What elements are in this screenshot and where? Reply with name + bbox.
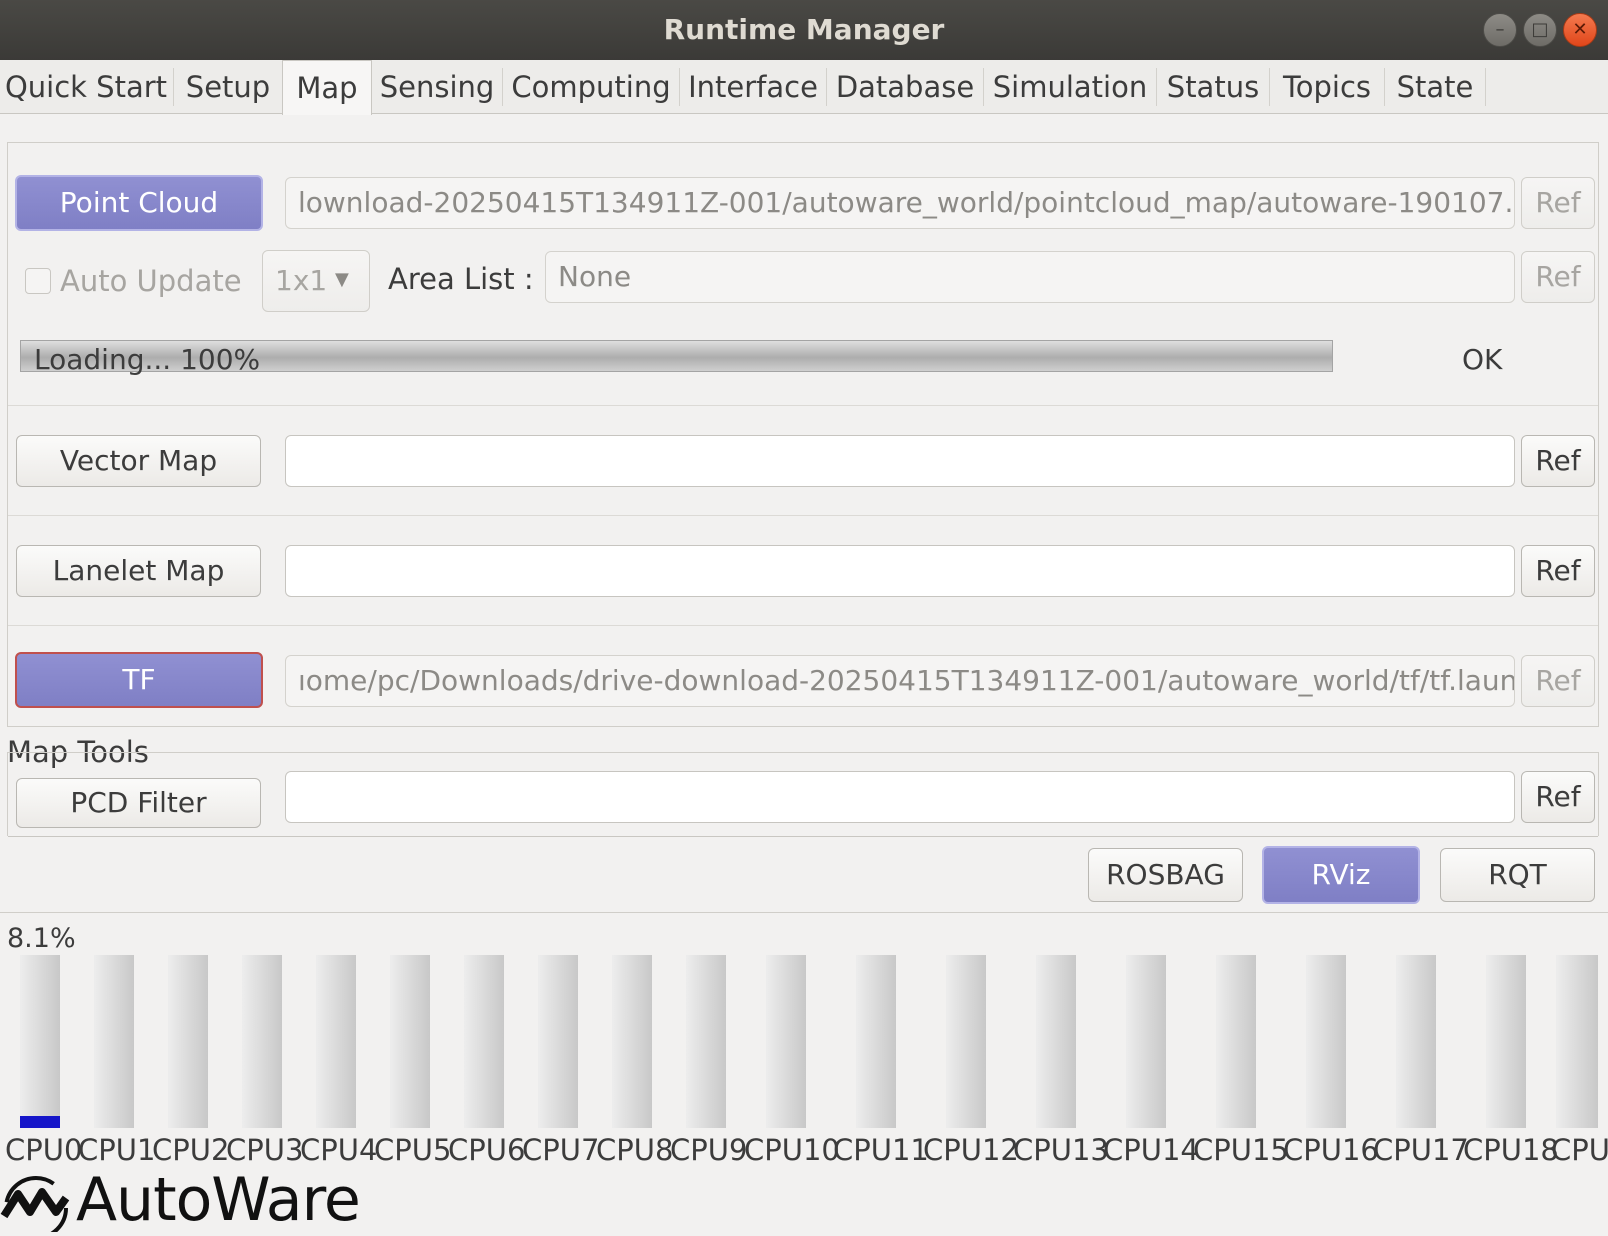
grid-size-value: 1x1 [275, 264, 328, 297]
lanelet-map-button[interactable]: Lanelet Map [16, 545, 261, 597]
cpu-bar [1486, 955, 1526, 1128]
lanelet-map-path-field[interactable] [285, 545, 1515, 597]
cpu-bar [94, 955, 134, 1128]
divider [0, 912, 1608, 913]
cpu-bar [686, 955, 726, 1128]
cpu-label: CPU17 [1373, 1133, 1469, 1167]
cpu-label: CPU3 [226, 1133, 304, 1167]
cpu-label: CPU1 [78, 1133, 156, 1167]
window-title: Runtime Manager [663, 13, 945, 46]
vector-map-button[interactable]: Vector Map [16, 435, 261, 487]
cpu-label: CPU8 [596, 1133, 674, 1167]
cpu-label: CPU16 [1283, 1133, 1379, 1167]
autoware-logo-icon [0, 1172, 72, 1236]
tab-sensing[interactable]: Sensing [372, 60, 502, 114]
cpu-label: CPU6 [448, 1133, 526, 1167]
cpu-bar [1036, 955, 1076, 1128]
cpu-label: CPU( [1551, 1133, 1608, 1167]
tab-quick-start[interactable]: Quick Start [0, 60, 172, 114]
area-list-field[interactable]: None [545, 251, 1515, 303]
cpu-bar [856, 955, 896, 1128]
rviz-button[interactable]: RViz [1262, 846, 1420, 904]
cpu-label: CPU10 [744, 1133, 840, 1167]
tab-computing[interactable]: Computing [503, 60, 679, 114]
point-cloud-button[interactable]: Point Cloud [15, 175, 263, 231]
tf-button[interactable]: TF [15, 652, 263, 708]
maximize-icon[interactable]: □ [1523, 13, 1557, 47]
autoware-logo-text: AutoWare [76, 1165, 361, 1235]
cpu-bar [538, 955, 578, 1128]
cpu-label: CPU13 [1013, 1133, 1109, 1167]
cpu-bar [766, 955, 806, 1128]
cpu-label: CPU18 [1463, 1133, 1559, 1167]
tab-status[interactable]: Status [1157, 60, 1269, 114]
tab-state[interactable]: State [1385, 60, 1485, 114]
window-titlebar: Runtime Manager [0, 0, 1608, 60]
cpu-bar [946, 955, 986, 1128]
cpu-label: CPU14 [1103, 1133, 1199, 1167]
divider [8, 405, 1598, 406]
cpu-label: CPU9 [670, 1133, 748, 1167]
tf-path-field[interactable]: ıome/pc/Downloads/drive-download-2025041… [285, 655, 1515, 707]
divider [8, 515, 1598, 516]
point-cloud-ref-button[interactable]: Ref [1521, 177, 1595, 229]
pcd-filter-button[interactable]: PCD Filter [16, 778, 261, 828]
scroll-clip-edge [8, 836, 1598, 837]
tab-simulation[interactable]: Simulation [984, 60, 1156, 114]
cpu-bar [20, 955, 60, 1128]
tab-topics[interactable]: Topics [1270, 60, 1384, 114]
close-icon[interactable]: ✕ [1563, 13, 1597, 47]
tab-setup[interactable]: Setup [174, 60, 282, 114]
auto-update-label: Auto Update [60, 264, 242, 298]
pcd-filter-ref-button[interactable]: Ref [1521, 771, 1595, 823]
cpu-label: CPU5 [374, 1133, 452, 1167]
cpu-label: CPU4 [300, 1133, 378, 1167]
area-list-label: Area List : [388, 262, 534, 296]
minimize-icon[interactable]: – [1483, 13, 1517, 47]
tab-database[interactable]: Database [827, 60, 983, 114]
cpu-bar [316, 955, 356, 1128]
cpu-bar [1396, 955, 1436, 1128]
cpu-label: CPU15 [1193, 1133, 1289, 1167]
cpu-bar [1126, 955, 1166, 1128]
cpu-label: CPU12 [923, 1133, 1019, 1167]
tab-map[interactable]: Map [282, 60, 372, 115]
cpu-total-usage: 8.1% [7, 923, 76, 954]
chevron-down-icon: ▼ [335, 269, 349, 290]
divider [8, 625, 1598, 626]
cpu-bar [242, 955, 282, 1128]
rqt-button[interactable]: RQT [1440, 848, 1595, 902]
cpu-bar [1216, 955, 1256, 1128]
lanelet-map-ref-button[interactable]: Ref [1521, 545, 1595, 597]
tf-ref-button[interactable]: Ref [1521, 655, 1595, 707]
rosbag-button[interactable]: ROSBAG [1088, 848, 1243, 902]
grid-size-select[interactable]: 1x1 ▼ [262, 250, 370, 312]
cpu-bar [1306, 955, 1346, 1128]
auto-update-checkbox[interactable] [25, 268, 51, 294]
vector-map-ref-button[interactable]: Ref [1521, 435, 1595, 487]
cpu-bar [464, 955, 504, 1128]
pcd-filter-path-field[interactable] [285, 771, 1515, 823]
cpu-bar-fill [20, 1116, 60, 1128]
tab-separator [1485, 68, 1486, 106]
cpu-label: CPU0 [5, 1133, 83, 1167]
loading-status: OK [1462, 343, 1503, 376]
cpu-label: CPU7 [522, 1133, 600, 1167]
loading-progress-text: Loading... 100% [34, 343, 261, 376]
cpu-label: CPU11 [833, 1133, 929, 1167]
tab-interface[interactable]: Interface [680, 60, 826, 114]
cpu-label: CPU2 [152, 1133, 230, 1167]
vector-map-path-field[interactable] [285, 435, 1515, 487]
cpu-bar [1556, 955, 1598, 1128]
cpu-bar [168, 955, 208, 1128]
cpu-bar [612, 955, 652, 1128]
area-list-ref-button[interactable]: Ref [1521, 251, 1595, 303]
point-cloud-path-field[interactable]: lownload-20250415T134911Z-001/autoware_w… [285, 177, 1515, 229]
cpu-bar [390, 955, 430, 1128]
